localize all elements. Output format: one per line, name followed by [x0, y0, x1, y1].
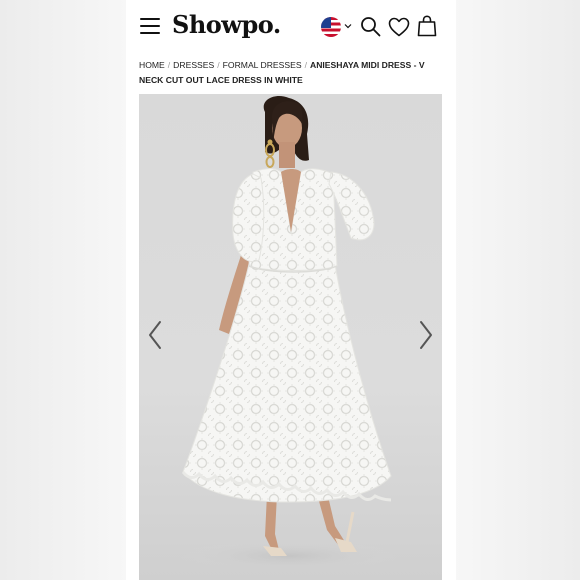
country-selector[interactable] [321, 17, 353, 37]
chevron-right-icon[interactable] [418, 320, 434, 350]
model-photo [179, 95, 399, 572]
us-flag-icon [321, 17, 341, 37]
chevron-down-icon [344, 24, 352, 29]
search-icon[interactable] [360, 16, 381, 37]
breadcrumb-home[interactable]: HOME [139, 60, 165, 70]
breadcrumb-separator: / [304, 60, 307, 70]
breadcrumb-separator: / [217, 60, 220, 70]
product-image[interactable] [139, 94, 442, 580]
breadcrumb: HOME / DRESSES / FORMAL DRESSES / ANIESHAYA MI… [139, 58, 444, 88]
right-backdrop [454, 0, 580, 580]
breadcrumb-formal-dresses[interactable]: FORMAL DRESSES [223, 60, 302, 70]
mobile-page: Showpo. HOME / DRESSES / FORMAL DRESSES … [126, 0, 456, 580]
shopping-bag-icon[interactable] [417, 15, 437, 37]
breadcrumb-separator: / [167, 60, 171, 70]
left-backdrop [0, 0, 126, 580]
chevron-left-icon[interactable] [147, 320, 163, 350]
site-logo[interactable]: Showpo. [172, 10, 281, 39]
breadcrumb-dresses[interactable]: DRESSES [173, 60, 214, 70]
site-header: Showpo. [126, 0, 456, 54]
hamburger-menu-icon[interactable] [140, 18, 160, 34]
heart-icon[interactable] [388, 17, 410, 37]
